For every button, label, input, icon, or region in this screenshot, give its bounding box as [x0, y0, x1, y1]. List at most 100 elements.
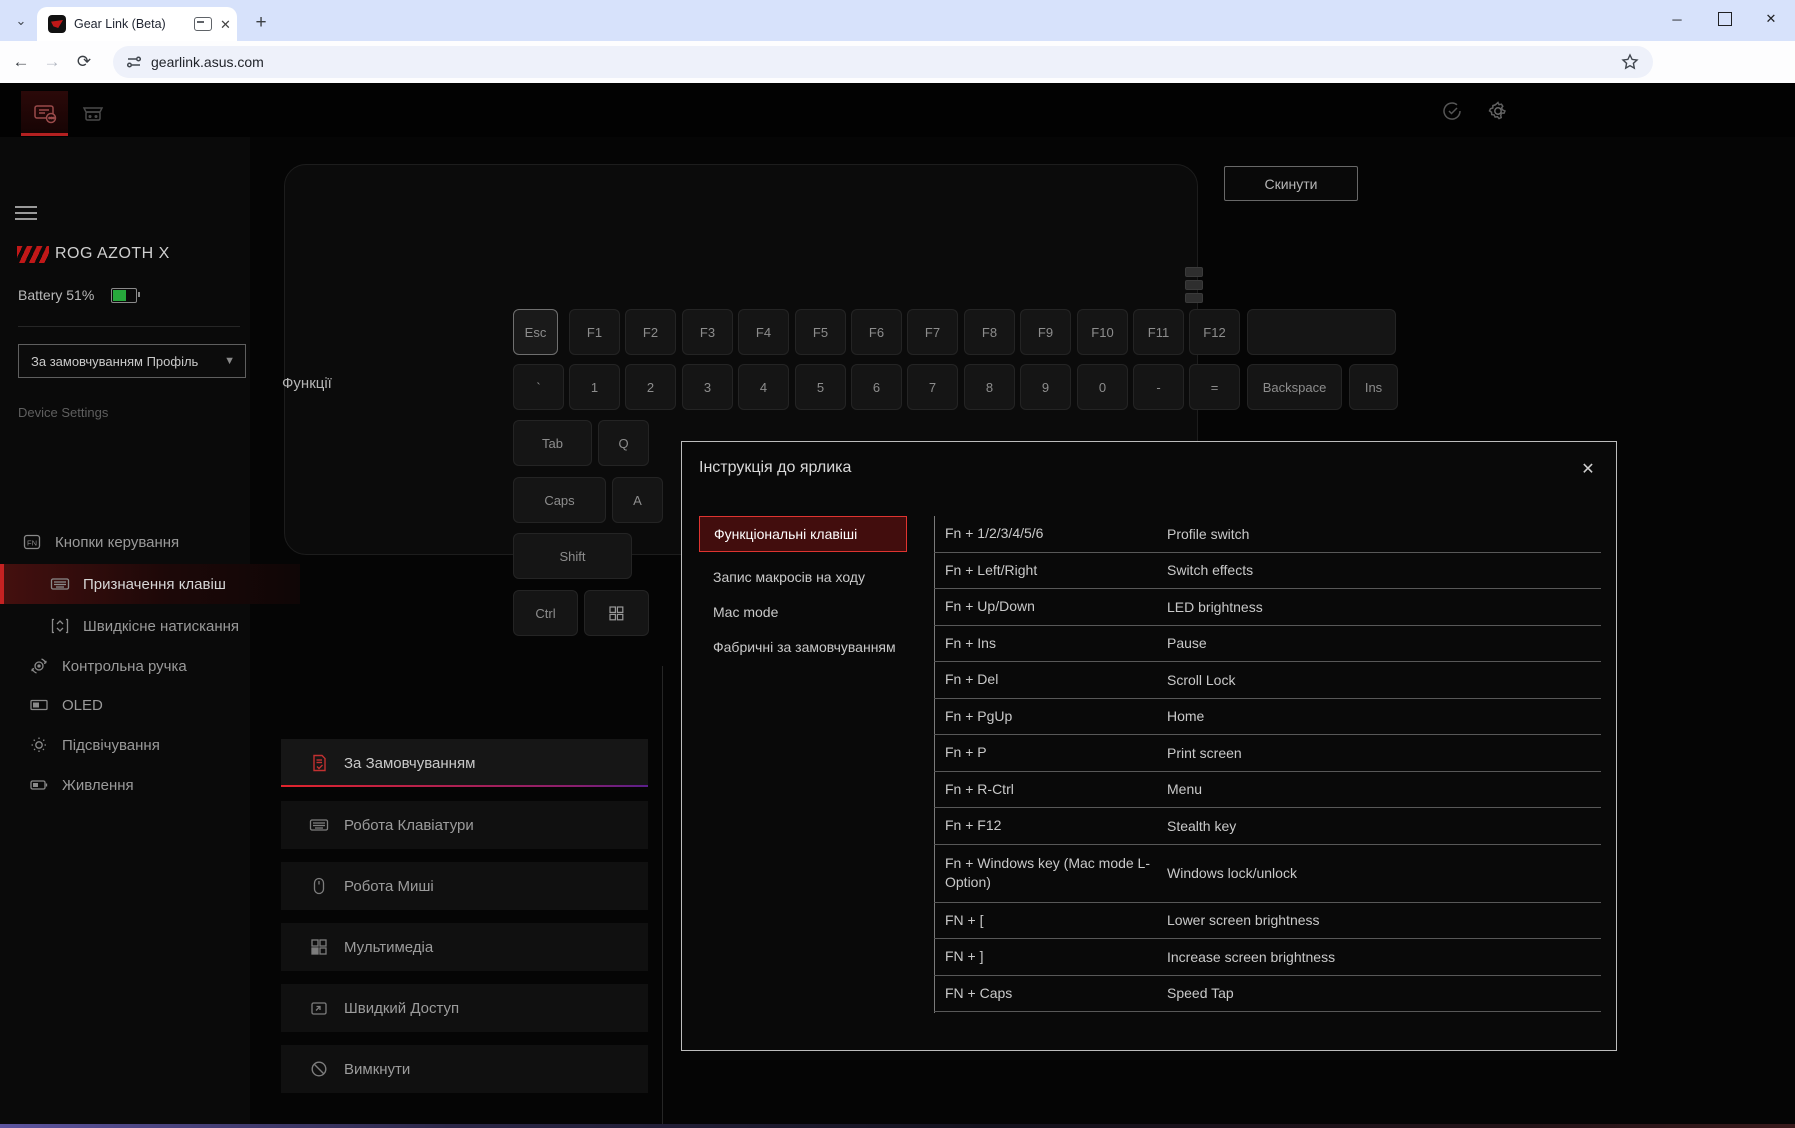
app-header	[0, 83, 1795, 137]
shortcut-action: Switch effects	[1167, 562, 1254, 579]
new-tab-button[interactable]: +	[247, 9, 275, 37]
key--[interactable]: -	[1133, 364, 1184, 410]
key-f3[interactable]: F3	[682, 309, 733, 355]
key-f7[interactable]: F7	[907, 309, 958, 355]
key-5[interactable]: 5	[795, 364, 846, 410]
keyboard-icon	[309, 815, 329, 835]
key-ins[interactable]: Ins	[1349, 364, 1398, 410]
device-keyboard-tab-icon[interactable]	[31, 99, 59, 127]
key-f9[interactable]: F9	[1020, 309, 1071, 355]
tab-close-icon[interactable]: ✕	[220, 18, 231, 31]
key-6[interactable]: 6	[851, 364, 902, 410]
maximize-icon	[1718, 12, 1732, 26]
dialog-menu-item-1[interactable]: Запис макросів на ходу	[699, 559, 907, 595]
settings-gear-icon[interactable]	[1486, 99, 1510, 123]
sidebar-item-light[interactable]: Підсвічування	[0, 725, 279, 765]
sidebar-item-oled[interactable]: OLED	[0, 685, 279, 725]
function-item-ban[interactable]: Вимкнути	[281, 1045, 648, 1093]
oled-icon	[29, 695, 49, 715]
dial-icon	[29, 656, 49, 676]
battery-icon	[111, 287, 141, 303]
key-1[interactable]: 1	[569, 364, 620, 410]
reload-icon[interactable]: ⟳	[69, 47, 99, 77]
key-f11[interactable]: F11	[1133, 309, 1184, 355]
hamburger-menu-icon[interactable]	[15, 206, 37, 222]
key-backspace[interactable]: Backspace	[1247, 364, 1342, 410]
device-store-tab-icon[interactable]	[79, 99, 107, 127]
dialog-close-icon[interactable]: ✕	[1577, 458, 1599, 480]
key-2[interactable]: 2	[625, 364, 676, 410]
key-shift[interactable]: Shift	[513, 533, 632, 579]
key-=[interactable]: =	[1189, 364, 1240, 410]
key-7[interactable]: 7	[907, 364, 958, 410]
window-minimize-button[interactable]: ─	[1654, 0, 1700, 38]
scroll-wheel[interactable]	[1185, 267, 1203, 303]
key-f6[interactable]: F6	[851, 309, 902, 355]
shortcut-action: Windows lock/unlock	[1167, 865, 1297, 881]
shortcut-combo: Fn + Ins	[945, 634, 996, 651]
ban-icon	[309, 1059, 329, 1079]
bookmark-star-icon[interactable]	[1621, 53, 1639, 71]
key-blank[interactable]	[1247, 309, 1396, 355]
key-a[interactable]: A	[612, 477, 663, 523]
key-8[interactable]: 8	[964, 364, 1015, 410]
key-ctrl[interactable]: Ctrl	[513, 590, 578, 636]
tab-search-icon[interactable]: ⌄	[8, 8, 34, 34]
window-close-button[interactable]: ✕	[1748, 0, 1794, 38]
dialog-menu-item-2[interactable]: Mac mode	[699, 594, 907, 630]
dialog-menu-item-0[interactable]: Функціональні клавіші	[699, 516, 907, 552]
function-item-mouse[interactable]: Робота Миші	[281, 862, 648, 910]
shortcut-row-5: Fn + PgUp Home	[934, 699, 1601, 735]
shortcut-row-4: Fn + Del Scroll Lock	[934, 662, 1601, 699]
key-tab[interactable]: Tab	[513, 420, 592, 466]
function-item-grid[interactable]: Мультимедіа	[281, 923, 648, 971]
key-9[interactable]: 9	[1020, 364, 1071, 410]
site-info-icon[interactable]	[125, 53, 143, 71]
key-3[interactable]: 3	[682, 364, 733, 410]
key-f4[interactable]: F4	[738, 309, 789, 355]
forward-icon[interactable]: →	[37, 47, 67, 77]
sidebar-item-dial[interactable]: Контрольна ручка	[0, 646, 279, 686]
shortcut-action: Profile switch	[1167, 525, 1250, 542]
key-win[interactable]	[584, 590, 649, 636]
key-f10[interactable]: F10	[1077, 309, 1128, 355]
function-item-keyboard[interactable]: Робота Клавіатури	[281, 801, 648, 849]
key-esc[interactable]: Esc	[513, 309, 558, 355]
key-`[interactable]: `	[513, 364, 564, 410]
profile-dropdown[interactable]: За замовчуванням Профіль ▼	[18, 344, 246, 378]
dialog-menu-item-3[interactable]: Фабричні за замовчуванням	[699, 629, 907, 665]
function-item-label: Вимкнути	[344, 1060, 411, 1078]
reset-button[interactable]: Скинути	[1224, 166, 1358, 201]
tab-preview-icon	[194, 17, 212, 31]
fn-icon: FN	[22, 532, 42, 552]
key-q[interactable]: Q	[598, 420, 649, 466]
address-bar[interactable]: gearlink.asus.com	[113, 46, 1653, 78]
function-item-doc[interactable]: За Замовчуванням	[281, 739, 648, 787]
sidebar-item-label: Підсвічування	[62, 736, 160, 754]
sidebar-item-fn[interactable]: FN Кнопки керування	[0, 522, 272, 562]
shortcut-row-11: FN + ] Increase screen brightness	[934, 939, 1601, 976]
sidebar-item-power[interactable]: Живлення	[0, 765, 279, 805]
key-4[interactable]: 4	[738, 364, 789, 410]
key-f12[interactable]: F12	[1189, 309, 1240, 355]
key-f1[interactable]: F1	[569, 309, 620, 355]
functions-title: Функції	[282, 375, 332, 392]
key-f8[interactable]: F8	[964, 309, 1015, 355]
url-text: gearlink.asus.com	[151, 54, 264, 70]
shortcut-combo: Fn + Del	[945, 671, 999, 688]
sidebar: ROG AZOTH X Battery 51% За замовчуванням…	[0, 137, 300, 1124]
sidebar-item-label: Кнопки керування	[55, 533, 180, 551]
key-0[interactable]: 0	[1077, 364, 1128, 410]
key-f2[interactable]: F2	[625, 309, 676, 355]
shortcut-action: Print screen	[1167, 744, 1242, 761]
key-f5[interactable]: F5	[795, 309, 846, 355]
sidebar-item-label: Призначення клавіш	[83, 575, 226, 593]
sidebar-item-label: Живлення	[62, 776, 134, 794]
window-maximize-button[interactable]	[1702, 0, 1748, 38]
key-caps[interactable]: Caps	[513, 477, 606, 523]
function-item-quick[interactable]: Швидкий Доступ	[281, 984, 648, 1032]
sync-check-icon[interactable]	[1440, 99, 1464, 123]
browser-tab[interactable]: Gear Link (Beta) ✕	[37, 7, 237, 41]
keyboard-icon	[50, 574, 70, 594]
back-icon[interactable]: ←	[6, 47, 36, 77]
